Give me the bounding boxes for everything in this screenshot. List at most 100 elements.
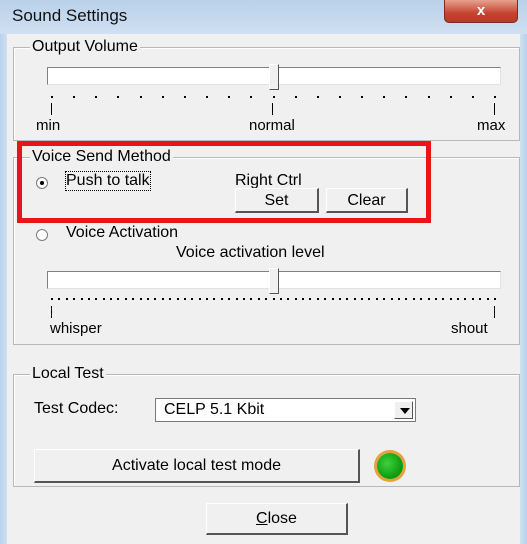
output-volume-max-tick <box>494 103 495 115</box>
tick-mark <box>124 298 127 300</box>
tick-mark <box>471 298 474 300</box>
tick-mark <box>287 298 290 300</box>
test-status-indicator-icon <box>377 453 403 479</box>
tick-mark <box>183 298 186 300</box>
tick-mark <box>228 298 231 300</box>
tick-mark <box>139 298 142 300</box>
tick-mark <box>228 96 231 98</box>
chevron-down-icon <box>400 408 410 414</box>
tick-mark <box>316 96 319 98</box>
test-codec-value: CELP 5.1 Kbit <box>164 401 265 418</box>
voice-activation-label[interactable]: Voice Activation <box>66 224 178 242</box>
tick-mark <box>338 96 341 98</box>
output-volume-min-tick <box>51 103 52 115</box>
tick-mark <box>176 298 179 300</box>
whisper-label: whisper <box>50 320 102 337</box>
test-codec-label: Test Codec: <box>34 400 119 417</box>
output-volume-group-label: Output Volume <box>30 38 140 56</box>
tick-mark <box>51 96 53 98</box>
tick-mark <box>132 298 135 300</box>
tick-mark <box>183 96 186 98</box>
window-title: Sound Settings <box>12 6 128 25</box>
tick-mark <box>235 298 238 300</box>
window-close-button[interactable]: x <box>444 0 518 23</box>
close-button-label: Close <box>256 510 297 527</box>
dropdown-button[interactable] <box>394 401 413 419</box>
tick-mark <box>51 298 53 300</box>
tick-mark <box>457 298 460 300</box>
tick-mark <box>449 298 452 300</box>
tick-mark <box>434 298 437 300</box>
tick-mark <box>486 298 489 300</box>
tick-mark <box>346 298 349 300</box>
tick-mark <box>368 298 371 300</box>
window-frame-right <box>520 34 527 544</box>
tick-mark <box>206 96 209 98</box>
tick-mark <box>316 298 319 300</box>
tick-mark <box>294 96 297 98</box>
tick-mark <box>331 298 334 300</box>
tick-mark <box>361 96 364 98</box>
tick-mark <box>102 298 105 300</box>
voice-activation-level-label: Voice activation level <box>176 244 325 261</box>
tick-mark <box>87 298 90 300</box>
activate-local-test-button[interactable]: Activate local test mode <box>34 449 360 483</box>
tick-mark <box>206 298 209 300</box>
tick-mark <box>420 298 423 300</box>
tick-mark <box>169 298 172 300</box>
tick-mark <box>80 298 83 300</box>
tick-mark <box>95 298 98 300</box>
tick-mark <box>398 298 401 300</box>
local-test-group-label: Local Test <box>30 365 106 383</box>
tick-mark <box>257 298 260 300</box>
voice-activation-whisper-tick <box>51 306 52 318</box>
tick-mark <box>272 298 275 300</box>
voice-activation-radio[interactable] <box>36 229 48 241</box>
tick-mark <box>161 96 164 98</box>
tick-mark <box>58 298 61 300</box>
output-volume-slider-thumb[interactable] <box>269 64 279 90</box>
tick-mark <box>427 96 430 98</box>
tick-mark <box>464 298 467 300</box>
tick-mark <box>383 96 386 98</box>
voice-activation-shout-tick <box>494 306 495 318</box>
tick-mark <box>117 298 120 300</box>
tick-mark <box>361 298 364 300</box>
tick-mark <box>117 96 120 98</box>
tick-mark <box>279 298 282 300</box>
tick-mark <box>65 298 68 300</box>
tick-mark <box>191 298 194 300</box>
tick-mark <box>146 298 149 300</box>
close-dialog-button[interactable]: Close <box>206 503 348 535</box>
tick-mark <box>338 298 341 300</box>
tick-mark <box>272 96 275 98</box>
tick-mark <box>110 298 113 300</box>
tick-mark <box>309 298 312 300</box>
tick-mark <box>375 298 378 300</box>
output-volume-normal-tick <box>272 103 273 115</box>
tick-mark <box>383 298 386 300</box>
tick-mark <box>412 298 415 300</box>
tick-mark <box>405 96 408 98</box>
tick-mark <box>250 96 253 98</box>
tick-mark <box>294 298 297 300</box>
output-volume-min-label: min <box>36 117 61 134</box>
tick-mark <box>390 298 393 300</box>
window-frame-left <box>0 34 7 544</box>
tick-mark <box>242 298 245 300</box>
tick-mark <box>324 298 327 300</box>
test-codec-select[interactable]: CELP 5.1 Kbit <box>155 398 416 422</box>
tick-mark <box>213 298 216 300</box>
tick-mark <box>471 96 474 98</box>
tick-mark <box>265 298 268 300</box>
tick-mark <box>161 298 164 300</box>
tick-mark <box>73 96 76 98</box>
shout-label: shout <box>451 320 488 337</box>
tick-mark <box>494 96 496 98</box>
tick-mark <box>95 96 98 98</box>
tick-mark <box>220 298 223 300</box>
tick-mark <box>442 298 445 300</box>
voice-activation-slider-thumb[interactable] <box>269 268 279 294</box>
tick-mark <box>250 298 253 300</box>
tick-mark <box>405 298 408 300</box>
